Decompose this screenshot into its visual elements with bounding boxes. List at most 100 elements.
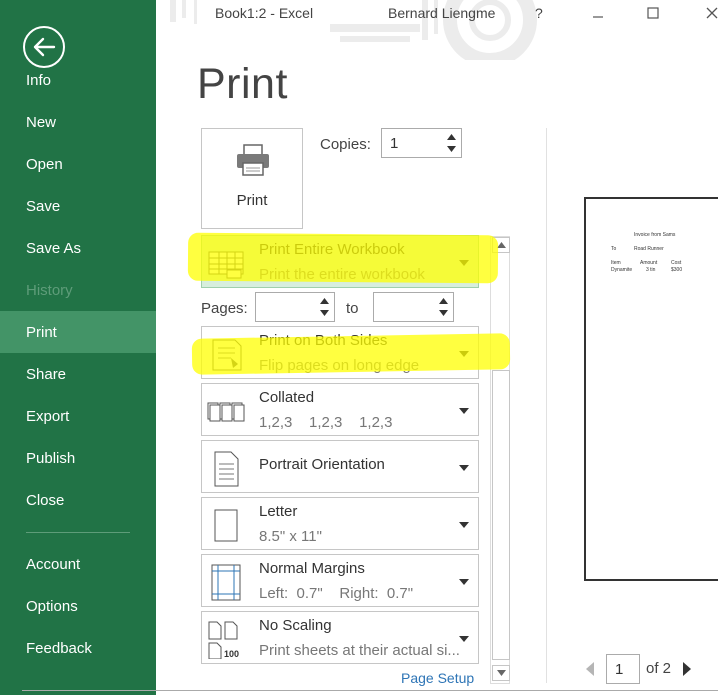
preview-to-value: Road Runner	[634, 246, 664, 252]
preview-row-cost: $300	[671, 267, 683, 273]
sidebar-item-label: Close	[26, 491, 65, 509]
backstage-sidebar: Info New Open Save Save As History Print…	[0, 0, 156, 695]
print-what-dropdown[interactable]: Print Entire Workbook Print the entire w…	[201, 235, 479, 288]
setting-subtitle: Print the entire workbook	[259, 266, 425, 283]
collation-dropdown[interactable]: Collated 1,2,3 1,2,3 1,2,3	[201, 383, 479, 436]
no-scaling-icon: 100	[208, 621, 239, 659]
chevron-down-icon[interactable]	[445, 144, 457, 154]
scaling-dropdown[interactable]: 100 No Scaling Print sheets at their act…	[201, 611, 479, 664]
scroll-up-icon[interactable]	[492, 237, 510, 253]
setting-subtitle: Flip pages on long edge	[259, 357, 420, 374]
print-button[interactable]: Print	[201, 128, 303, 229]
minimize-icon[interactable]	[586, 2, 610, 24]
sidebar-item-close[interactable]: Close	[0, 479, 156, 521]
sidebar-item-label: Save As	[26, 239, 82, 257]
chevron-down-icon	[459, 260, 469, 266]
margins-dropdown[interactable]: Normal Margins Left: 0.7" Right: 0.7"	[201, 554, 479, 607]
print-button-label: Print	[236, 192, 268, 209]
copies-stepper[interactable]: 1	[381, 128, 462, 158]
chevron-down-icon[interactable]	[437, 308, 449, 318]
copies-label: Copies:	[320, 136, 371, 153]
next-page-icon[interactable]	[683, 662, 693, 676]
setting-title: No Scaling	[259, 617, 332, 634]
sidebar-divider	[26, 532, 130, 533]
pages-to-field[interactable]	[373, 292, 454, 322]
sidebar-item-label: New	[26, 113, 57, 131]
sidebar-item-label: History	[26, 281, 73, 299]
setting-subtitle: Print sheets at their actual si...	[259, 642, 460, 659]
maximize-icon[interactable]	[641, 2, 665, 24]
sidebar-item-label: Save	[26, 197, 61, 215]
chevron-down-icon	[459, 579, 469, 585]
setting-title: Normal Margins	[259, 560, 365, 577]
chevron-down-icon[interactable]	[318, 308, 330, 318]
chevron-up-icon[interactable]	[445, 132, 457, 142]
preview-title: Invoice from Sams	[634, 232, 676, 238]
preview-divider	[546, 128, 547, 683]
chevron-up-icon[interactable]	[437, 296, 449, 306]
orientation-dropdown[interactable]: Portrait Orientation	[201, 440, 479, 493]
sidebar-item-publish[interactable]: Publish	[0, 437, 156, 479]
preview-row-amount: 3 tin	[646, 267, 656, 273]
page-count: of 2	[646, 660, 672, 677]
chevron-down-icon	[459, 465, 469, 471]
sidebar-item-export[interactable]: Export	[0, 395, 156, 437]
paper-size-dropdown[interactable]: Letter 8.5" x 11"	[201, 497, 479, 550]
scroll-thumb[interactable]	[492, 370, 510, 660]
workbook-icon	[208, 251, 244, 279]
sidebar-item-label: Export	[26, 407, 70, 425]
help-button[interactable]: ?	[535, 5, 543, 21]
chevron-up-icon[interactable]	[318, 296, 330, 306]
close-icon[interactable]	[700, 2, 718, 24]
bottom-border	[22, 690, 718, 691]
page-setup-link[interactable]: Page Setup	[401, 670, 474, 686]
window-title: Book1:2 - Excel	[215, 5, 314, 21]
sidebar-item-label: Options	[26, 597, 78, 615]
setting-subtitle: 8.5" x 11"	[259, 528, 322, 545]
duplex-dropdown[interactable]: Print on Both Sides Flip pages on long e…	[201, 326, 479, 379]
backstage-print-view: Info New Open Save Save As History Print…	[0, 0, 718, 695]
margins-icon	[211, 564, 241, 601]
chevron-down-icon	[459, 636, 469, 642]
setting-title: Collated	[259, 389, 315, 406]
setting-subtitle: Left: 0.7" Right: 0.7"	[259, 585, 414, 602]
previous-page-icon[interactable]	[586, 662, 596, 676]
letter-icon	[214, 509, 238, 542]
user-name[interactable]: Bernard Liengme	[388, 5, 495, 21]
sidebar-item-options[interactable]: Options	[0, 585, 156, 627]
preview-to-label: To	[611, 246, 617, 252]
sidebar-item-info[interactable]: Info	[0, 59, 156, 101]
sidebar-item-label: Account	[26, 555, 81, 573]
printer-icon	[237, 144, 269, 176]
preview-col-amount: Amount	[640, 260, 658, 266]
sidebar-item-new[interactable]: New	[0, 101, 156, 143]
setting-title: Print Entire Workbook	[259, 241, 405, 258]
sidebar-item-feedback[interactable]: Feedback	[0, 627, 156, 669]
sidebar-item-open[interactable]: Open	[0, 143, 156, 185]
preview-row-item: Dynamite	[611, 267, 633, 273]
current-page-field[interactable]: 1	[606, 654, 640, 684]
setting-subtitle: 1,2,3 1,2,3 1,2,3	[259, 414, 393, 431]
scroll-down-icon[interactable]	[492, 665, 510, 681]
sidebar-item-account[interactable]: Account	[0, 543, 156, 585]
current-page-value: 1	[615, 661, 624, 678]
sidebar-item-print[interactable]: Print	[0, 311, 156, 353]
sidebar-item-history: History	[0, 269, 156, 311]
duplex-icon	[212, 339, 242, 371]
sidebar-item-label: Feedback	[26, 639, 92, 657]
print-preview-page: Invoice from Sams To Road Runner Item Am…	[584, 197, 718, 581]
pages-from-field[interactable]	[255, 292, 335, 322]
page-title: Print	[197, 60, 288, 108]
sidebar-item-share[interactable]: Share	[0, 353, 156, 395]
chevron-down-icon	[459, 351, 469, 357]
setting-title: Letter	[259, 503, 298, 520]
preview-col-cost: Cost	[671, 260, 682, 266]
sidebar-item-label: Share	[26, 365, 67, 383]
sidebar-item-save[interactable]: Save	[0, 185, 156, 227]
chevron-down-icon	[459, 408, 469, 414]
sidebar-item-save-as[interactable]: Save As	[0, 227, 156, 269]
setting-title: Print on Both Sides	[259, 332, 388, 349]
portrait-icon	[214, 451, 239, 487]
setting-title: Portrait Orientation	[259, 456, 385, 473]
collated-icon	[207, 402, 245, 422]
